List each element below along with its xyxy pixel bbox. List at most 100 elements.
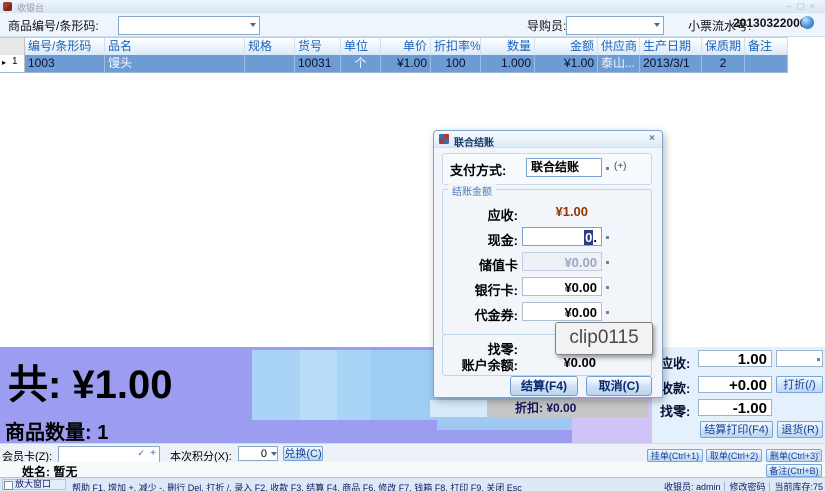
dialog-icon xyxy=(439,134,449,144)
app-icon xyxy=(3,2,12,11)
dlg-balance-value: ¥0.00 xyxy=(526,353,596,372)
combined-settlement-dialog: 联合结账 × 支付方式: 联合结账 (+) 结账金额 应收: ¥1.00 现金:… xyxy=(433,130,663,398)
delete-order-button[interactable]: 删单(Ctrl+3) xyxy=(766,449,822,462)
dlg-cash-label: 现金: xyxy=(448,230,518,249)
dlg-voucher-label: 代金券: xyxy=(448,305,518,324)
dlg-balance-label: 账户余额: xyxy=(440,355,518,374)
product-code-input[interactable] xyxy=(118,16,260,35)
discount-button[interactable]: 打折(/) xyxy=(776,376,823,393)
close-icon[interactable]: × xyxy=(649,133,655,144)
col-header[interactable]: 单位 xyxy=(341,38,381,55)
refresh-badge-icon[interactable] xyxy=(801,16,814,29)
table-row[interactable]: ▸ 1 1003 馒头 10031 个 ¥1.00 100 1.000 ¥1.0… xyxy=(0,55,788,73)
row-gutter: ▸ 1 xyxy=(0,55,25,72)
pos-window: 收银台 –▢× 商品编号/条形码: 导购员: 小票流水号: 2013032200… xyxy=(0,0,825,491)
redeem-button[interactable]: 兑换(C) xyxy=(283,446,323,461)
cell-price: ¥1.00 xyxy=(381,55,431,72)
col-header[interactable]: 规格 xyxy=(245,38,295,55)
guide-combobox[interactable] xyxy=(566,16,664,35)
chevron-down-icon[interactable] xyxy=(250,23,256,27)
col-header[interactable]: 编号/条形码 xyxy=(25,38,105,55)
restore-icon[interactable]: ▢ xyxy=(796,1,810,11)
change-field[interactable]: -1.00 xyxy=(698,399,772,416)
close-icon[interactable]: × xyxy=(816,448,821,458)
chevron-down-icon[interactable] xyxy=(654,23,660,27)
divider xyxy=(769,482,770,491)
return-goods-button[interactable]: 退货(R) xyxy=(777,421,823,438)
payment-type-combobox[interactable] xyxy=(776,350,823,367)
cell-item-no: 10031 xyxy=(295,55,341,72)
dlg-cash-input[interactable]: 0. xyxy=(522,227,602,246)
shortcut-help: 帮助 F1, 增加 +, 减少 -, 删行 Del, 打折 /, 录入 F2, … xyxy=(72,481,522,491)
grand-total: 共: ¥1.00 xyxy=(8,352,173,410)
cell-supplier: 泰山... xyxy=(598,55,640,72)
cell-note xyxy=(745,55,788,72)
note-button[interactable]: 备注(Ctrl+B) xyxy=(766,464,822,477)
col-header[interactable]: 保质期 xyxy=(702,38,745,55)
chevron-down-icon[interactable] xyxy=(606,167,609,170)
received-field[interactable]: +0.00 xyxy=(698,376,772,393)
add-payment-button[interactable]: (+) xyxy=(614,161,627,172)
cell-spec xyxy=(245,55,295,72)
change-password-link[interactable]: 修改密码 xyxy=(729,480,765,491)
cell-qty: 1.000 xyxy=(481,55,535,72)
cell-discount-rate: 100 xyxy=(431,55,481,72)
product-code-label: 商品编号/条形码: xyxy=(8,17,99,34)
cell-code: 1003 xyxy=(25,55,105,72)
col-header[interactable]: 单价 xyxy=(381,38,431,55)
member-card-input[interactable]: ✓ + xyxy=(58,446,160,463)
payment-method-label: 支付方式: xyxy=(450,160,506,179)
discount-total: 折扣: ¥0.00 xyxy=(487,400,648,417)
settle-print-button[interactable]: 结算打印(F4) xyxy=(700,421,773,438)
receivable-label: 应收: xyxy=(660,353,690,372)
zoom-window-label: 放大窗口 xyxy=(15,479,51,489)
col-header[interactable]: 备注 xyxy=(745,38,788,55)
receivable-field[interactable]: 1.00 xyxy=(698,350,772,367)
dlg-voucher-input[interactable]: ¥0.00 xyxy=(522,302,602,321)
divider xyxy=(724,482,725,491)
guide-label: 导购员: xyxy=(527,17,566,34)
cell-name: 馒头 xyxy=(105,55,245,72)
payment-method-combobox[interactable]: 联合结账 xyxy=(526,158,602,177)
payment-panel: 应收: 1.00 收款: +0.00 打折(/) 找零: -1.00 结算打印(… xyxy=(652,347,825,443)
col-header[interactable]: 品名 xyxy=(105,38,245,55)
settlement-amount-title: 结账金额 xyxy=(448,183,496,198)
dlg-bank-card-input[interactable]: ¥0.00 xyxy=(522,277,602,296)
change-label: 找零: xyxy=(660,401,690,420)
chevron-down-icon[interactable] xyxy=(271,452,277,456)
col-header[interactable]: 供应商 xyxy=(598,38,640,55)
close-icon[interactable]: × xyxy=(810,1,820,11)
dlg-bank-card-label: 银行卡: xyxy=(448,280,518,299)
retrieve-order-button[interactable]: 取单(Ctrl+2) xyxy=(706,449,762,462)
col-header[interactable]: 生产日期 xyxy=(640,38,702,55)
dialog-title-bar[interactable]: 联合结账 × xyxy=(434,131,662,148)
row-number: 1 xyxy=(12,56,18,67)
member-name-row: 姓名: 暂无 xyxy=(0,462,825,477)
cancel-button[interactable]: 取消(C) xyxy=(586,376,652,396)
dlg-receivable-value: ¥1.00 xyxy=(522,202,602,221)
col-header[interactable]: 金额 xyxy=(535,38,598,55)
cell-shelf-life: 2 xyxy=(702,55,745,72)
hold-order-button[interactable]: 挂单(Ctrl+1) xyxy=(647,449,703,462)
chevron-down-icon[interactable] xyxy=(606,311,609,314)
dialog-title: 联合结账 xyxy=(454,134,494,149)
col-header[interactable]: 折扣率% xyxy=(431,38,481,55)
search-toolbar: 商品编号/条形码: 导购员: 小票流水号: 201303220004 xyxy=(0,13,825,37)
col-header[interactable]: 货号 xyxy=(295,38,341,55)
cashier-info: 收银员: admin xyxy=(664,480,721,491)
chevron-down-icon[interactable] xyxy=(606,236,609,239)
status-bar: 放大窗口 帮助 F1, 增加 +, 减少 -, 删行 Del, 打折 /, 录入… xyxy=(0,477,825,491)
cell-amount: ¥1.00 xyxy=(535,55,598,72)
item-count: 商品数量: 1 xyxy=(5,416,108,445)
row-marker-icon: ▸ xyxy=(2,58,6,67)
check-icon: ✓ xyxy=(137,448,145,459)
minimize-icon[interactable]: – xyxy=(786,1,796,11)
zoom-window-toggle[interactable]: 放大窗口 xyxy=(2,479,66,490)
selected-text: 0 xyxy=(584,230,593,245)
checkbox-icon[interactable] xyxy=(4,481,13,490)
plus-icon[interactable]: + xyxy=(150,448,156,459)
col-header[interactable]: 数量 xyxy=(481,38,535,55)
tooltip: clip0115 xyxy=(555,322,653,355)
settle-button[interactable]: 结算(F4) xyxy=(510,376,578,396)
chevron-down-icon[interactable] xyxy=(606,286,609,289)
